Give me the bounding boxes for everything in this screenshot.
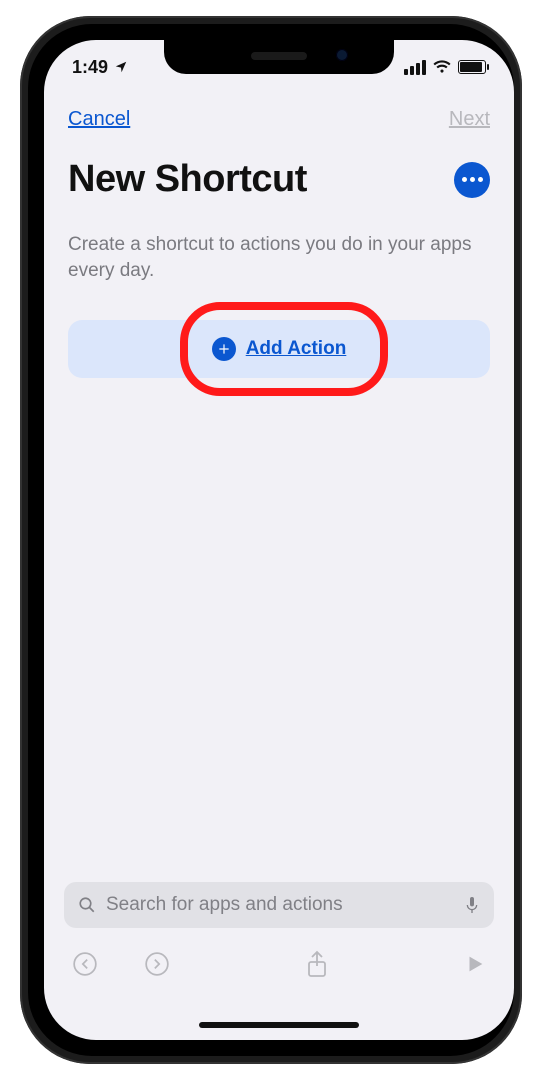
mic-icon[interactable]	[464, 895, 480, 915]
notch	[164, 40, 394, 74]
wifi-icon	[432, 57, 452, 78]
run-button[interactable]	[464, 953, 486, 975]
more-button[interactable]	[454, 162, 490, 198]
magnifying-glass-icon	[78, 896, 96, 914]
undo-button[interactable]	[72, 951, 98, 977]
cell-signal-icon	[404, 60, 426, 75]
location-icon	[114, 60, 128, 74]
ellipsis-icon	[462, 177, 467, 182]
share-button[interactable]	[305, 950, 329, 978]
add-action-label: Add Action	[246, 338, 347, 360]
bottom-toolbar	[44, 940, 514, 988]
search-field[interactable]: Search for apps and actions	[64, 882, 494, 928]
page-title: New Shortcut	[68, 158, 307, 201]
nav-bar: Cancel Next	[44, 108, 514, 131]
redo-button[interactable]	[144, 951, 170, 977]
add-action-button[interactable]: Add Action	[68, 320, 490, 378]
plus-icon	[212, 337, 236, 361]
subtitle-text: Create a shortcut to actions you do in y…	[68, 232, 490, 283]
search-placeholder: Search for apps and actions	[106, 894, 454, 916]
battery-icon	[458, 60, 486, 74]
next-button[interactable]: Next	[449, 108, 490, 131]
cancel-button[interactable]: Cancel	[68, 108, 130, 131]
status-time: 1:49	[72, 57, 108, 78]
screen: 1:49 Cancel Next	[44, 40, 514, 1040]
home-indicator[interactable]	[199, 1022, 359, 1028]
phone-frame: 1:49 Cancel Next	[20, 16, 522, 1064]
